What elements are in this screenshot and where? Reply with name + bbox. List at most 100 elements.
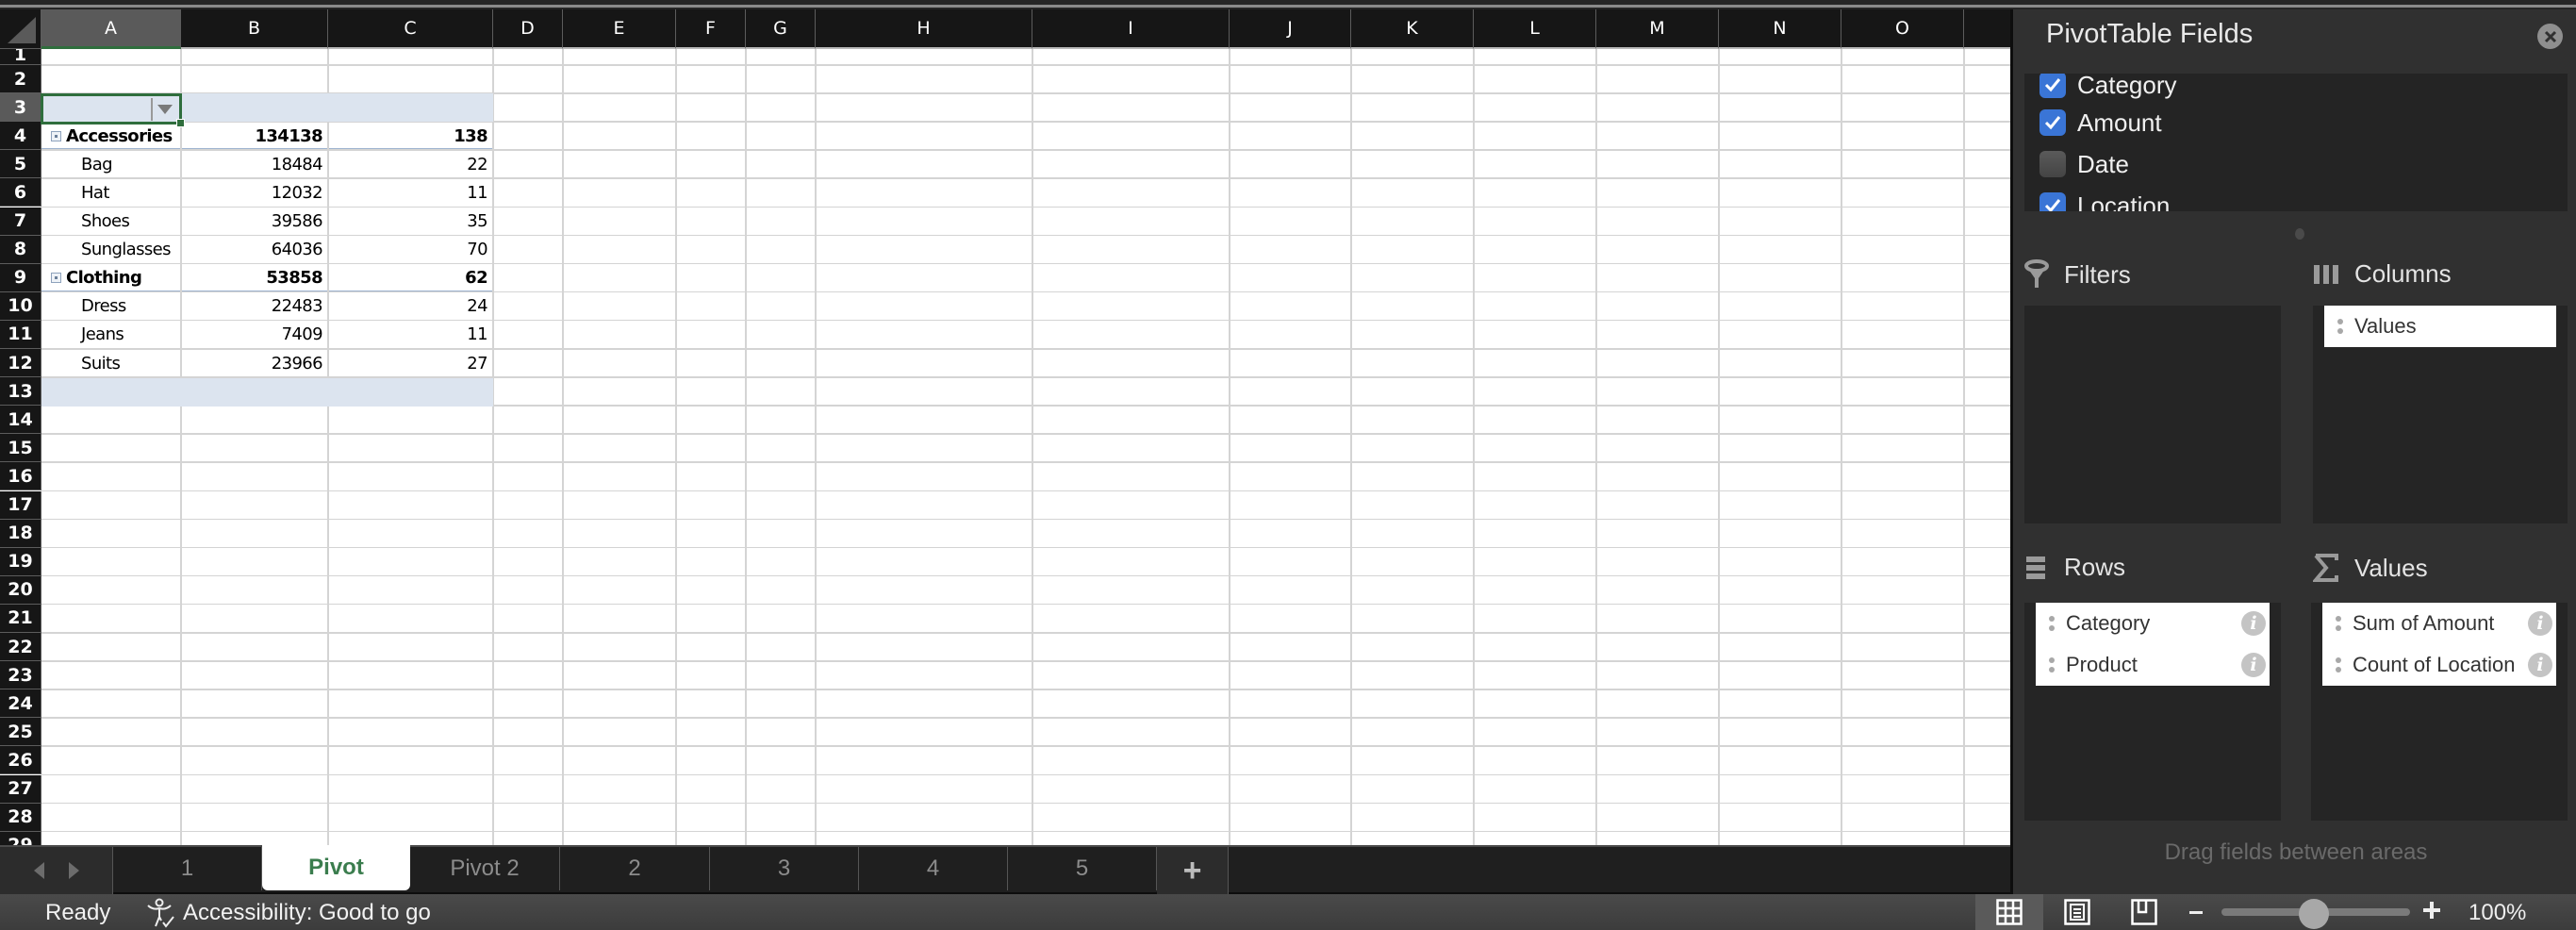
row-header-17[interactable]: 17 (0, 490, 41, 520)
next-sheet-icon[interactable] (68, 862, 79, 879)
pivot-item-row-count[interactable]: 35 (328, 208, 493, 236)
pivot-item-row-sum[interactable]: 39586 (181, 208, 328, 236)
pivot-item-row-count[interactable]: 27 (328, 349, 493, 377)
field-checkbox[interactable] (2039, 109, 2066, 136)
pivot-item-row-sum[interactable]: 23966 (181, 349, 328, 377)
pivot-group-row-label[interactable]: Clothing (47, 264, 179, 292)
pane-splitter-handle[interactable] (2295, 228, 2304, 240)
row-header-2[interactable]: 2 (0, 65, 41, 94)
drag-grip-icon[interactable] (2337, 319, 2343, 334)
row-header-10[interactable]: 10 (0, 291, 41, 321)
field-item-amount[interactable]: Amount (2039, 106, 2162, 140)
pivot-item-row-count[interactable]: 11 (328, 321, 493, 349)
sheet-tab-pivot-2[interactable]: Pivot 2 (410, 847, 560, 890)
row-header-12[interactable]: 12 (0, 349, 41, 378)
row-header-25[interactable]: 25 (0, 718, 41, 747)
drag-grip-icon[interactable] (2049, 616, 2055, 631)
row-header-8[interactable]: 8 (0, 235, 41, 264)
drag-grip-icon[interactable] (2049, 657, 2055, 673)
column-header-f[interactable]: F (676, 9, 746, 49)
accessibility-status[interactable]: Accessibility: Good to go (145, 898, 431, 928)
page-layout-view-button[interactable] (2043, 894, 2111, 930)
zoom-slider-thumb[interactable] (2299, 899, 2329, 929)
pivot-group-row-sum[interactable]: 134138 (181, 122, 328, 150)
column-header-h[interactable]: H (816, 9, 1032, 49)
column-header-i[interactable]: I (1032, 9, 1230, 49)
pivot-group-row-count[interactable]: 62 (328, 264, 493, 292)
normal-view-button[interactable] (1975, 894, 2043, 930)
sheet-tab-4[interactable]: 4 (859, 847, 1008, 890)
field-checkbox[interactable] (2039, 74, 2066, 98)
row-header-1[interactable]: 1 (0, 49, 41, 65)
column-header-b[interactable]: B (181, 9, 328, 49)
row-header-16[interactable]: 16 (0, 462, 41, 491)
pivot-group-row-sum[interactable]: 53858 (181, 264, 328, 292)
sheet-tab-3[interactable]: 3 (710, 847, 859, 890)
row-header-23[interactable]: 23 (0, 661, 41, 690)
info-icon[interactable]: i (2241, 611, 2266, 636)
pivot-group-row-label[interactable]: Accessories (47, 122, 179, 150)
row-header-18[interactable]: 18 (0, 519, 41, 548)
pivot-item-row-sum[interactable]: 18484 (181, 150, 328, 178)
row-header-3[interactable]: 3 (0, 93, 41, 123)
sheet-tab-5[interactable]: 5 (1008, 847, 1157, 890)
row-header-27[interactable]: 27 (0, 774, 41, 804)
pivot-item-row-sum[interactable]: 22483 (181, 292, 328, 321)
columns-drop-zone[interactable]: Values (2313, 306, 2568, 523)
zoom-in-button[interactable] (2423, 902, 2440, 919)
info-icon[interactable]: i (2241, 653, 2266, 677)
row-labels-filter-dropdown[interactable] (151, 98, 176, 121)
collapse-toggle-icon[interactable] (51, 273, 61, 284)
row-header-20[interactable]: 20 (0, 575, 41, 605)
add-sheet-button[interactable]: + (1157, 847, 1229, 894)
column-header-o[interactable]: O (1841, 9, 1964, 49)
row-header-24[interactable]: 24 (0, 689, 41, 719)
row-header-29[interactable]: 29 (0, 831, 41, 845)
zoom-out-button[interactable] (2189, 911, 2203, 914)
values-drop-zone[interactable]: Sum of Amount i Count of Location i (2311, 603, 2568, 821)
row-header-13[interactable]: 13 (0, 377, 41, 407)
row-header-22[interactable]: 22 (0, 633, 41, 662)
info-icon[interactable]: i (2528, 611, 2552, 636)
field-checkbox[interactable] (2039, 151, 2066, 177)
previous-sheet-icon[interactable] (33, 862, 44, 879)
pivot-group-row-count[interactable]: 138 (328, 122, 493, 150)
drag-grip-icon[interactable] (2336, 616, 2341, 631)
row-header-7[interactable]: 7 (0, 207, 41, 236)
column-header-g[interactable]: G (746, 9, 816, 49)
info-icon[interactable]: i (2528, 653, 2552, 677)
sheet-tab-2[interactable]: 2 (560, 847, 710, 890)
column-header-k[interactable]: K (1351, 9, 1474, 49)
close-pane-button[interactable] (2537, 24, 2563, 49)
column-header-c[interactable]: C (328, 9, 493, 49)
pivot-item-row-count[interactable]: 70 (328, 236, 493, 264)
fill-handle[interactable] (176, 119, 185, 127)
row-header-9[interactable]: 9 (0, 263, 41, 292)
zoom-level[interactable]: 100% (2469, 900, 2526, 926)
row-header-19[interactable]: 19 (0, 547, 41, 576)
row-header-6[interactable]: 6 (0, 178, 41, 208)
row-header-11[interactable]: 11 (0, 320, 41, 349)
row-header-4[interactable]: 4 (0, 122, 41, 151)
sheet-tab-pivot[interactable]: Pivot (262, 845, 410, 890)
rows-area-item[interactable]: Product i (2036, 644, 2270, 686)
pivot-item-row-count[interactable]: 24 (328, 292, 493, 321)
field-item-location[interactable]: Location (2039, 189, 2170, 211)
column-header-d[interactable]: D (493, 9, 563, 49)
pivot-item-row-sum[interactable]: 64036 (181, 236, 328, 264)
row-header-14[interactable]: 14 (0, 406, 41, 435)
columns-area-item[interactable]: Values (2324, 306, 2556, 347)
column-header-a[interactable]: A (41, 9, 181, 49)
row-header-26[interactable]: 26 (0, 746, 41, 775)
row-header-15[interactable]: 15 (0, 434, 41, 463)
column-header-j[interactable]: J (1230, 9, 1351, 49)
field-item-category[interactable]: Category (2039, 74, 2177, 102)
values-area-item[interactable]: Sum of Amount i (2322, 603, 2556, 644)
spreadsheet-grid[interactable]: Row Labels Sum of Amount Count of Locati… (0, 9, 2010, 845)
rows-area-item[interactable]: Category i (2036, 603, 2270, 644)
column-header-n[interactable]: N (1719, 9, 1841, 49)
field-list[interactable]: Category Amount Date Location (2024, 74, 2568, 211)
select-all-corner[interactable] (0, 9, 41, 49)
collapse-toggle-icon[interactable] (51, 130, 61, 141)
field-checkbox[interactable] (2039, 192, 2066, 211)
